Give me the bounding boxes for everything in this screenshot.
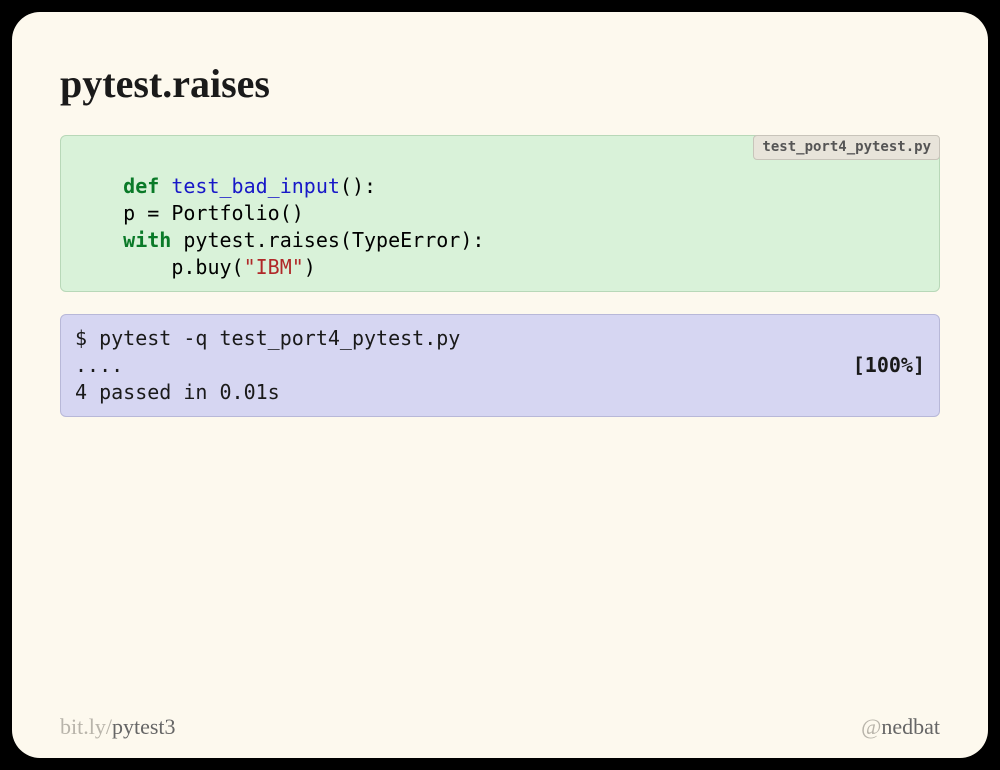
code-text: ) — [304, 255, 316, 279]
slide-title: pytest.raises — [60, 60, 940, 107]
output-line: $ pytest -q test_port4_pytest.py — [75, 326, 460, 350]
footer-left: bit.ly/pytest3 — [60, 714, 176, 740]
footer: bit.ly/pytest3 @nedbat — [60, 714, 940, 740]
code-text — [75, 228, 123, 252]
code-block: test_port4_pytest.pydef test_bad_input()… — [60, 135, 940, 292]
code-text: pytest.raises(TypeError): — [171, 228, 484, 252]
code-string: "IBM" — [244, 255, 304, 279]
code-text: p = Portfolio() — [75, 201, 304, 225]
code-text: (): — [340, 174, 376, 198]
footer-right: @nedbat — [861, 714, 940, 740]
footer-handle: nedbat — [881, 714, 940, 739]
filename-tag: test_port4_pytest.py — [753, 135, 940, 160]
footer-link-slug: pytest3 — [112, 714, 176, 739]
footer-at-symbol: @ — [861, 714, 881, 739]
code-keyword-with: with — [123, 228, 171, 252]
slide: pytest.raises test_port4_pytest.pydef te… — [12, 12, 988, 758]
output-percent: [100%] — [853, 352, 925, 379]
output-line: 4 passed in 0.01s — [75, 380, 280, 404]
output-block: $ pytest -q test_port4_pytest.py .... [10… — [60, 314, 940, 417]
code-text: p.buy( — [75, 255, 244, 279]
code-keyword-def: def — [123, 174, 159, 198]
footer-link-prefix: bit.ly/ — [60, 714, 112, 739]
output-line: .... — [75, 353, 123, 377]
code-function-name: test_bad_input — [159, 174, 340, 198]
